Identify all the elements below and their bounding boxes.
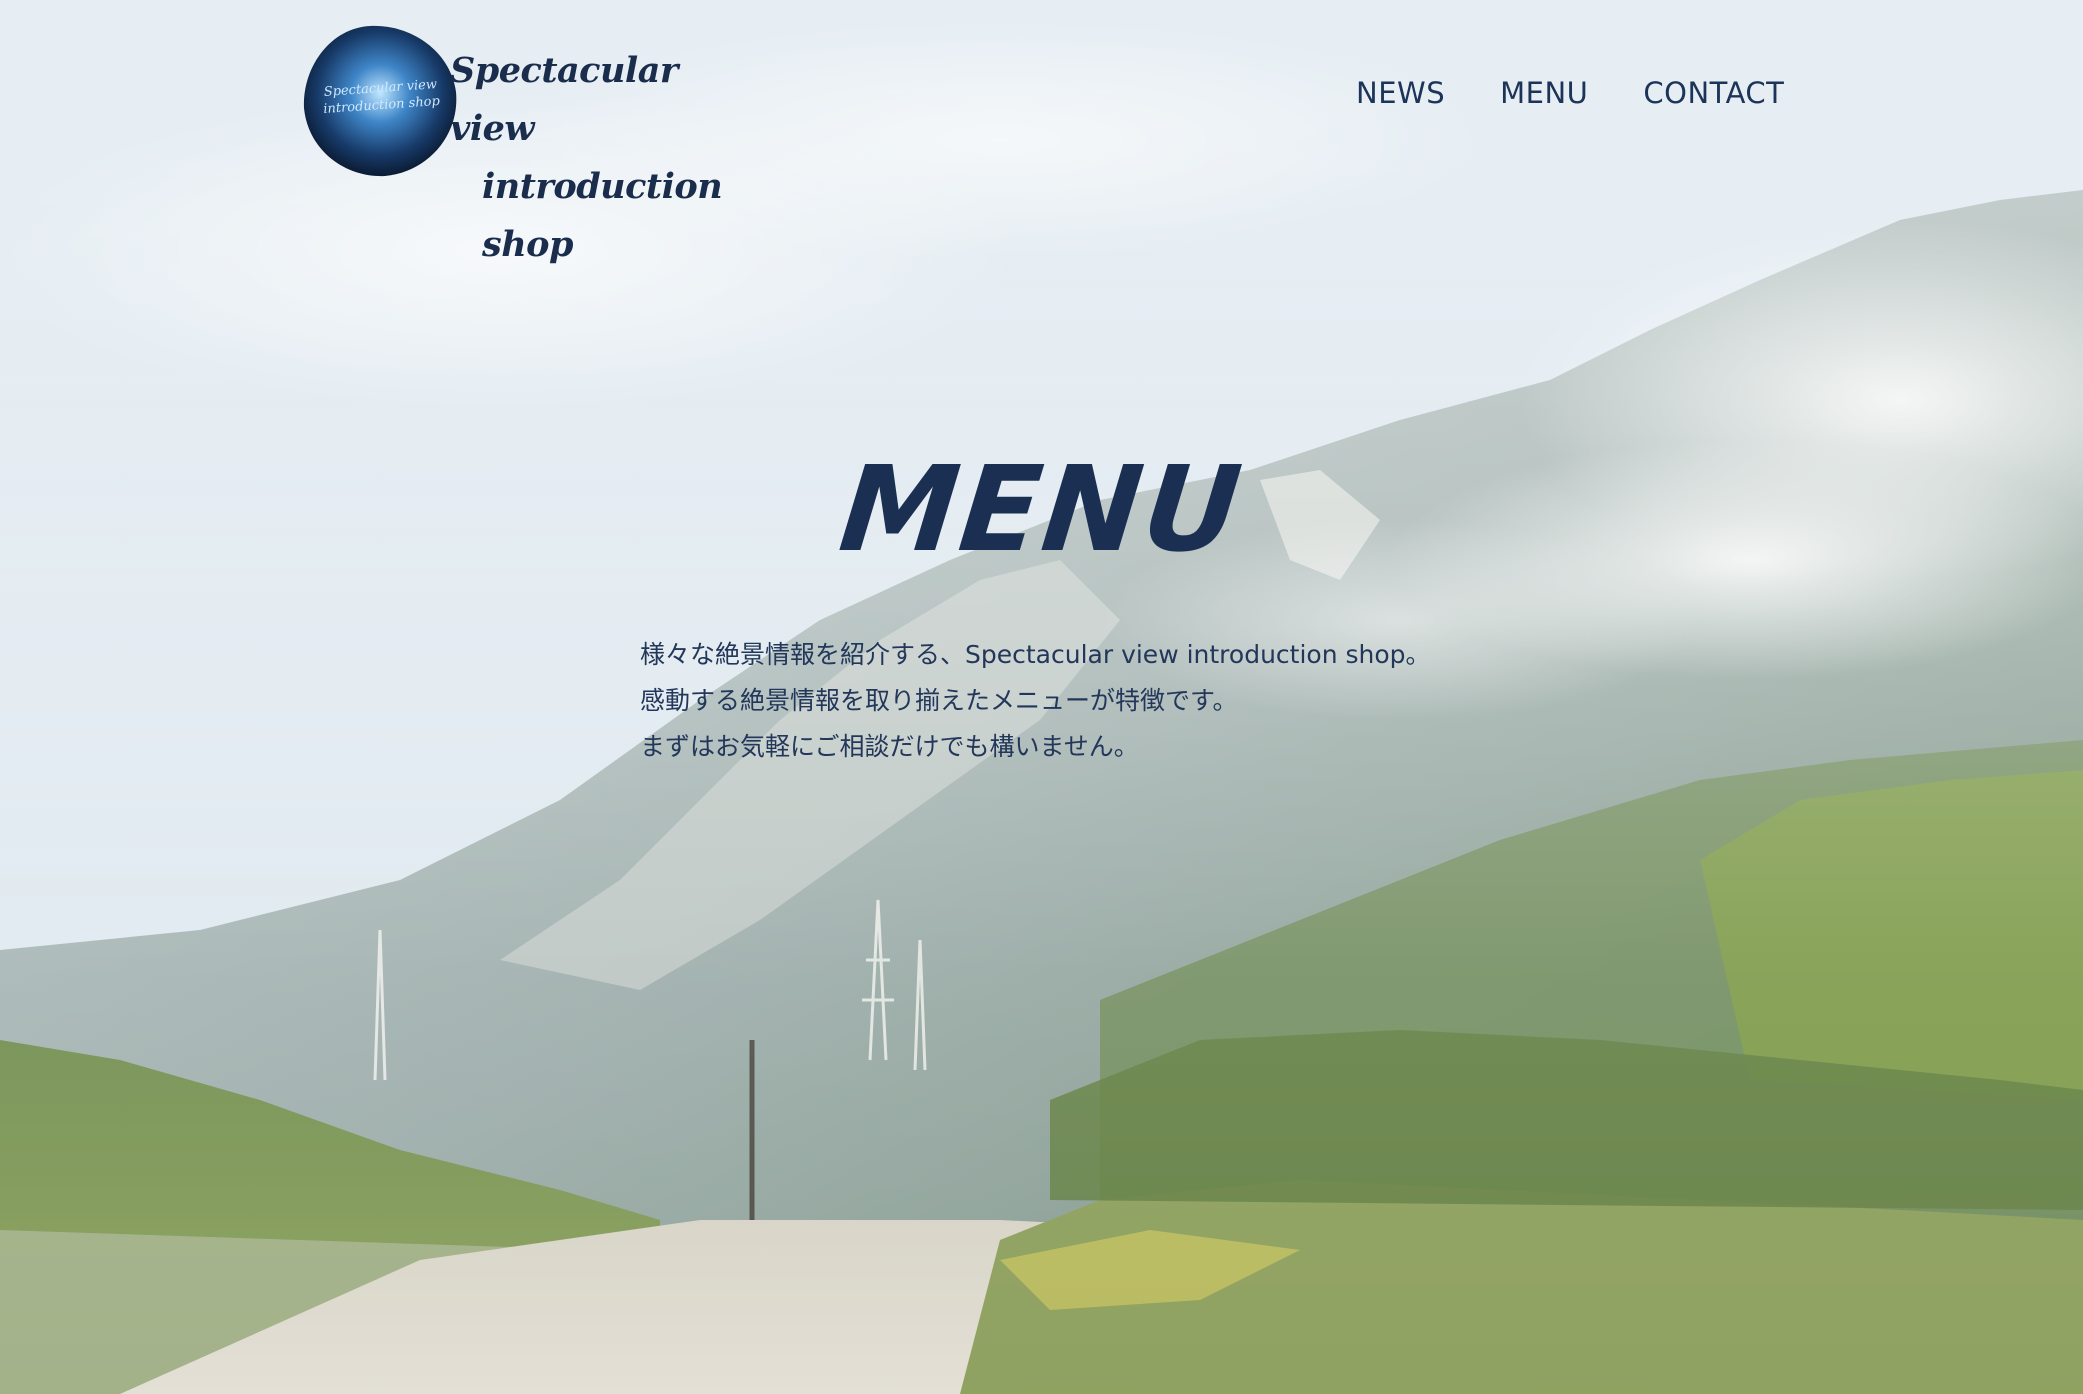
nav-link-news[interactable]: NEWS (1356, 76, 1445, 110)
description-line-2: 感動する絶景情報を取り揃えたメニューが特徴です。 (640, 686, 1238, 715)
nav-link-menu[interactable]: MENU (1500, 76, 1588, 110)
logo-line-1: Spectacular view (450, 50, 678, 149)
nav-link-contact[interactable]: CONTACT (1643, 76, 1784, 110)
description-line-1: 様々な絶景情報を紹介する、Spectacular view introducti… (640, 640, 1431, 669)
logo-emblem-icon: Spectacular view introduction shop (300, 20, 460, 180)
logo-line-2: introduction shop (482, 166, 723, 265)
main-nav: NEWS MENU CONTACT (1356, 76, 1784, 110)
page-title: MENU (833, 440, 1250, 578)
site-header: Spectacular view introduction shop Spect… (0, 0, 2083, 265)
description-line-3: まずはお気軽にご相談だけでも構いません。 (640, 732, 1139, 761)
site-logo[interactable]: Spectacular view introduction shop Spect… (300, 20, 750, 265)
hero-description: 様々な絶景情報を紹介する、Spectacular view introducti… (640, 632, 1540, 770)
logo-wordmark: Spectacular view introduction shop (450, 42, 770, 274)
